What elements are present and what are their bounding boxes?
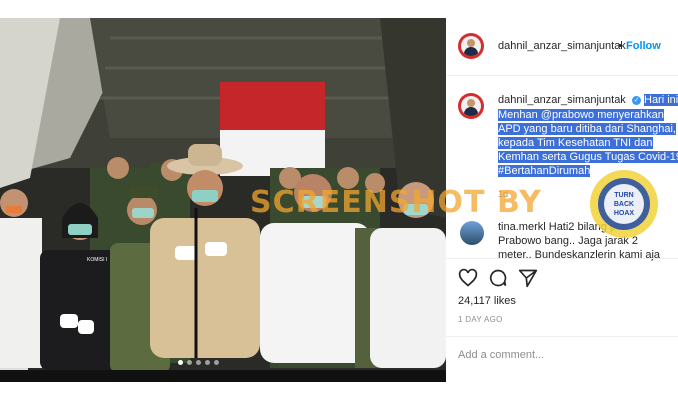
caption-line: Hari ini: [644, 94, 678, 106]
caption-avatar[interactable]: [458, 93, 484, 119]
caption-hashtag[interactable]: #BertahanDirumah: [498, 165, 591, 177]
caption-line: Kemhan serta Gugus Tugas Covid-19: [498, 151, 678, 163]
comment-line: meter.. Bundeskanzlerin kami aja: [498, 249, 661, 261]
likes-count[interactable]: 24,117 likes: [458, 295, 516, 307]
caption-line: kepada Tim Kesehatan TNI dan: [498, 137, 653, 149]
share-icon[interactable]: [518, 268, 538, 288]
caption-line: Menhan @prabowo menyerahkan: [498, 109, 664, 121]
post-date: 1 DAY AGO: [458, 315, 503, 324]
carousel-dot[interactable]: [178, 360, 183, 365]
badge-text: HOAX: [614, 210, 635, 217]
heart-icon[interactable]: [458, 268, 478, 288]
carousel-dot[interactable]: [214, 360, 219, 365]
author-username[interactable]: dahnil_anzar_simanjuntak: [498, 40, 626, 52]
verified-icon: ✓: [632, 96, 641, 105]
author-avatar[interactable]: [458, 33, 484, 59]
divider: [446, 336, 678, 337]
carousel-dot[interactable]: [196, 360, 201, 365]
flag-red: [220, 82, 325, 130]
commenter-avatar[interactable]: [460, 221, 484, 245]
watermark-text: SCREENSHOT BY: [250, 185, 542, 220]
top-bar: [0, 0, 678, 18]
commenter-username[interactable]: tina.merkl: [498, 221, 546, 233]
badge-text: BACK: [614, 201, 634, 208]
action-bar: [458, 268, 538, 288]
turnbackhoax-badge: TURN BACK HOAX: [590, 170, 658, 238]
carousel-dot[interactable]: [187, 360, 192, 365]
add-comment-input[interactable]: Add a comment...: [458, 349, 544, 361]
badge-text: TURN: [614, 192, 633, 199]
caption-username[interactable]: dahnil_anzar_simanjuntak: [498, 94, 626, 106]
bottom-strip: [0, 382, 446, 400]
follow-button[interactable]: Follow: [626, 40, 661, 52]
divider: [446, 75, 678, 76]
comment-icon[interactable]: [488, 268, 508, 288]
caption-line: APD yang baru ditiba dari Shanghai,: [498, 123, 676, 135]
separator-bullet: •: [618, 40, 622, 52]
carousel-dots: [178, 360, 219, 365]
vest-left-text: KOMISI I: [87, 257, 107, 263]
divider: [446, 258, 678, 259]
carousel-dot[interactable]: [205, 360, 210, 365]
